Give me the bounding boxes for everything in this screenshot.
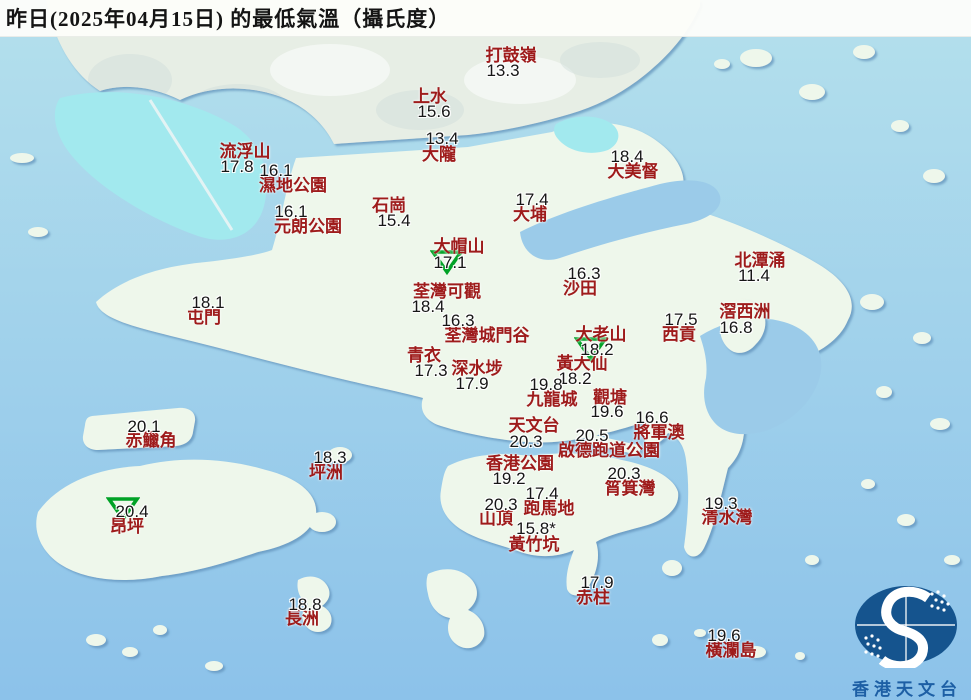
station-value: 11.4 [738, 268, 770, 284]
station-value: 19.3 [704, 496, 737, 512]
station-value: 18.2 [558, 371, 591, 387]
station-value: 18.4 [610, 149, 643, 165]
station-value: 18.1 [191, 295, 224, 311]
station-value: 17.4 [515, 192, 548, 208]
station-value: 19.6 [707, 628, 740, 644]
station-value: 20.4 [115, 504, 148, 520]
station-value: 17.9 [580, 575, 613, 591]
station-value: 19.6 [590, 404, 623, 420]
station-value: 16.8 [719, 320, 752, 336]
station-name: 啟德跑道公園 [558, 442, 660, 459]
station-value: 18.3 [313, 450, 346, 466]
station-value: 17.9 [455, 376, 488, 392]
hko-logo-chinese-name: 香港天文台 [841, 675, 971, 700]
station-value: 13.4 [425, 131, 458, 147]
min-temperature-map-page: 昨日(2025年04月15日) 的最低氣溫（攝氏度） 打鼓嶺13.3上水15.6… [0, 0, 971, 700]
station-value: 15.4 [377, 213, 410, 229]
title-bar: 昨日(2025年04月15日) 的最低氣溫（攝氏度） [0, 0, 971, 37]
station-name: 黃竹坑 [509, 536, 560, 553]
station-value: 13.3 [486, 63, 519, 79]
station-value: 20.3 [607, 466, 640, 482]
station-value: 16.1 [274, 204, 307, 220]
hko-logo: 香港天文台 HONG KONG OBSERVATORY [841, 580, 971, 700]
station-value: 17.3 [414, 363, 447, 379]
station-value: 20.3 [484, 497, 517, 513]
station-value: 20.3 [509, 434, 542, 450]
station-value: 19.2 [492, 471, 525, 487]
station-value: 16.6 [635, 410, 668, 426]
station-value: 15.6 [417, 104, 450, 120]
station-value: 16.3 [567, 266, 600, 282]
station-value: 20.1 [127, 419, 160, 435]
station-value: 17.8 [220, 159, 253, 175]
station-value: 17.1 [433, 255, 466, 271]
hko-logo-icon [841, 580, 971, 668]
station-value: 15.8* [516, 521, 556, 537]
station-value: 17.5 [664, 312, 697, 328]
station-value: 20.5 [575, 428, 608, 444]
station-value: 16.3 [441, 313, 474, 329]
station-value: 18.2 [580, 342, 613, 358]
station-value: 18.4 [411, 299, 444, 315]
station-name: 大隴 [422, 146, 456, 163]
hong-kong-map [0, 0, 971, 700]
station-value: 18.8 [288, 597, 321, 613]
station-value: 19.8 [529, 377, 562, 393]
station-value: 16.1 [259, 163, 292, 179]
page-title: 昨日(2025年04月15日) 的最低氣溫（攝氏度） [6, 3, 450, 33]
station-value: 17.4 [525, 486, 558, 502]
